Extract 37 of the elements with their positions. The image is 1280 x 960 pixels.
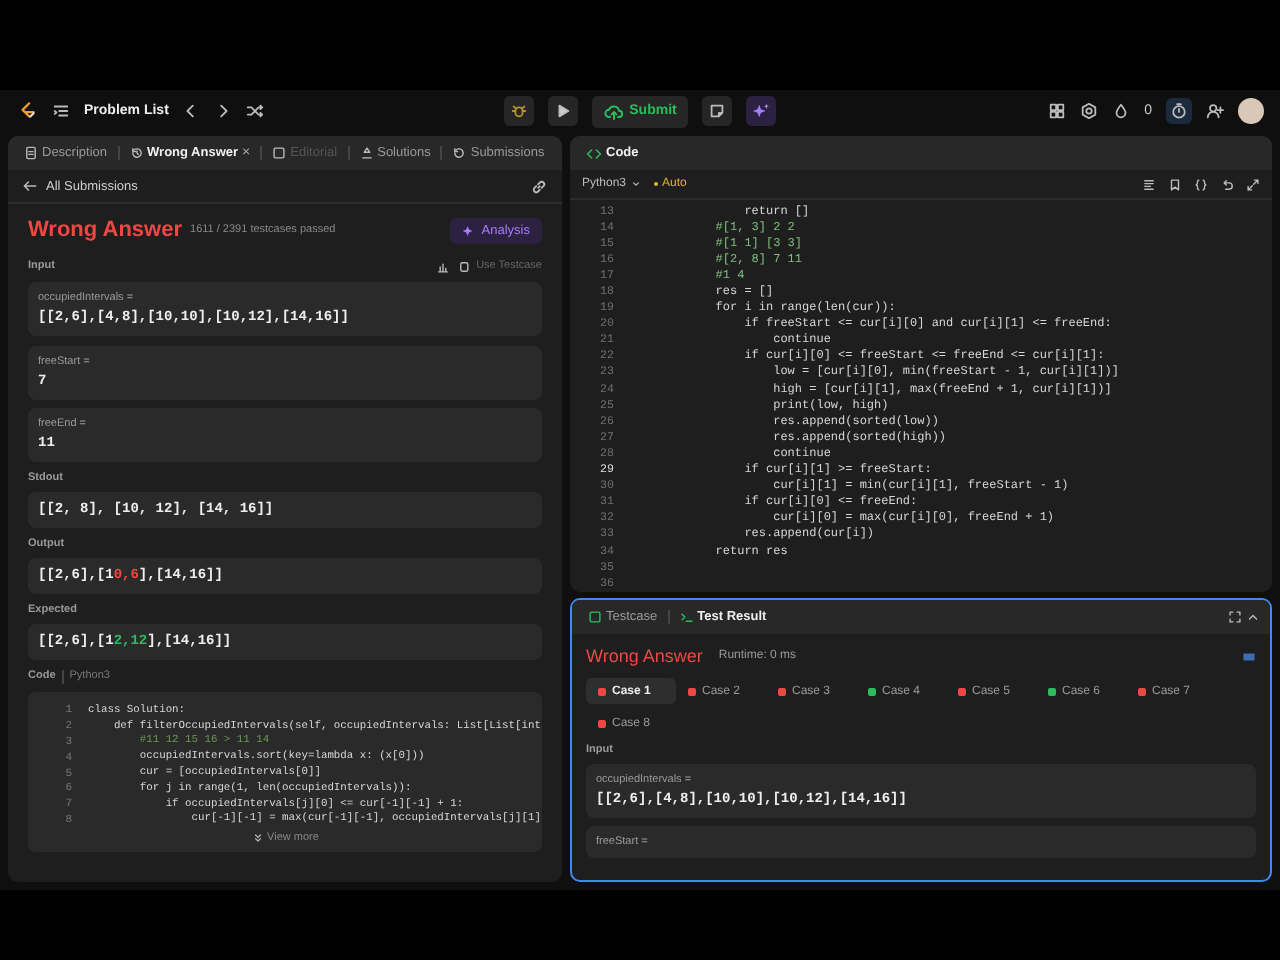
undo-icon[interactable]: [1220, 177, 1234, 191]
back-arrow-icon[interactable]: [22, 178, 38, 194]
run-button[interactable]: [547, 96, 578, 126]
status-title: Wrong Answer: [586, 646, 703, 666]
add-user-icon[interactable]: [1206, 102, 1225, 120]
avatar[interactable]: [1238, 98, 1265, 124]
timer-button[interactable]: [1166, 98, 1193, 124]
note-icon: [708, 102, 727, 120]
drop-icon[interactable]: [1112, 102, 1131, 120]
logo-icon[interactable]: [16, 100, 38, 122]
expand-icon[interactable]: [1246, 177, 1260, 191]
bookmark-icon[interactable]: [1168, 177, 1182, 191]
status-title: Wrong Answer: [28, 218, 183, 242]
sparkle-icon: [752, 102, 771, 120]
timer-icon: [1170, 102, 1189, 120]
settings-icon[interactable]: [1080, 102, 1099, 120]
chevron-right-icon[interactable]: [214, 102, 233, 120]
grid-icon[interactable]: [1048, 102, 1067, 120]
copy-icon: [458, 259, 473, 273]
note-button[interactable]: [702, 96, 733, 126]
play-icon: [553, 102, 572, 120]
chart-icon[interactable]: [436, 259, 451, 273]
shuffle-icon[interactable]: [246, 102, 265, 120]
link-icon[interactable]: [530, 177, 548, 195]
cloud-upload-icon: [603, 101, 624, 121]
fullscreen-icon[interactable]: [1228, 610, 1242, 624]
debug-button[interactable]: [503, 96, 534, 126]
chevrons-down-icon: [251, 832, 264, 845]
list-icon[interactable]: [52, 102, 70, 120]
braces-icon[interactable]: [1194, 177, 1208, 191]
sparkle-icon: [461, 223, 476, 237]
code-icon: [586, 145, 602, 161]
bug-icon: [509, 102, 528, 120]
ai-assist-button[interactable]: [746, 96, 777, 126]
document-icon[interactable]: [1142, 177, 1156, 191]
caret-icon: [630, 178, 643, 190]
chevron-up-icon[interactable]: [1246, 610, 1260, 624]
